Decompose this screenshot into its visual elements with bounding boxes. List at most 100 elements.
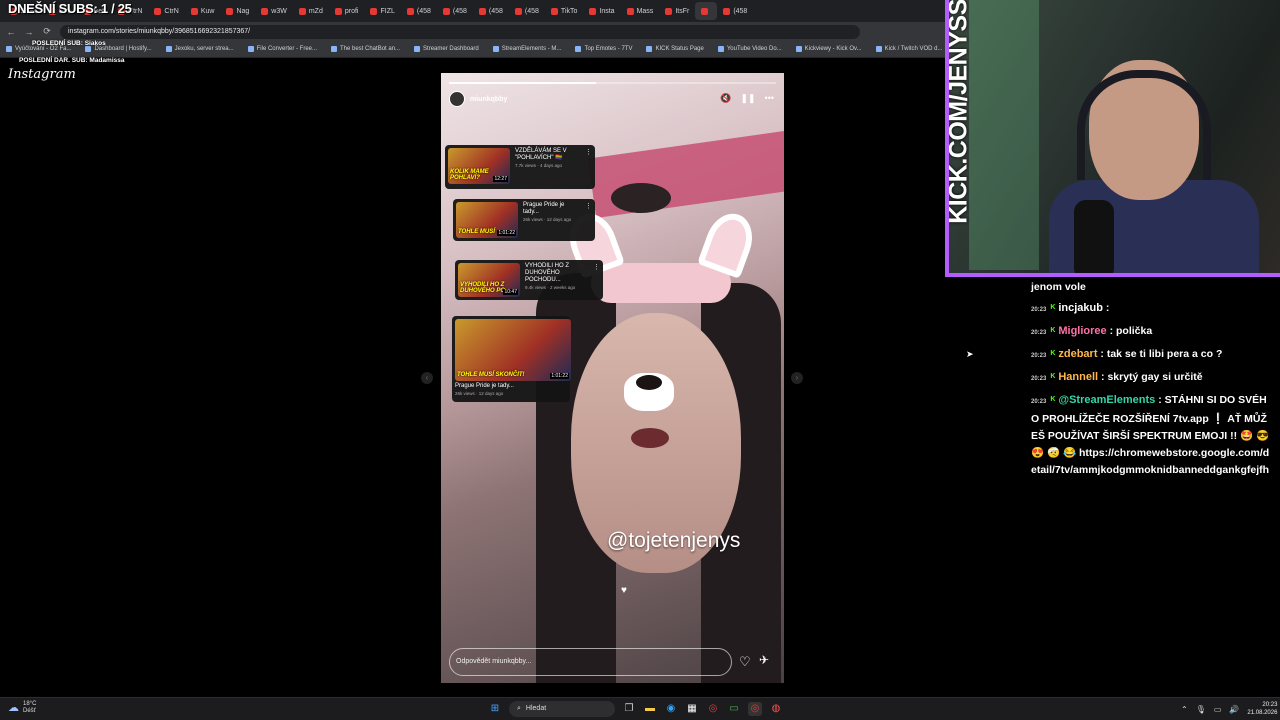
video-card[interactable]: TOHLE MUSÍ 1:01:22 Prague Pride je tady...…: [453, 199, 595, 241]
instagram-logo[interactable]: Instagram: [8, 67, 76, 82]
clock-date: 21.08.2026: [1247, 710, 1278, 716]
bookmark-item[interactable]: Kick / Twitch VOD d...: [875, 46, 943, 52]
browser-tab[interactable]: (458: [473, 2, 509, 20]
chat-timestamp: 20:23: [1031, 330, 1047, 336]
url-field[interactable]: instagram.com/stories/miunkqbby/39685166…: [60, 24, 860, 39]
tab-label: profi: [344, 7, 359, 15]
browser-tab[interactable]: mZd: [293, 2, 329, 20]
mention-sticker[interactable]: @tojetenjenys: [607, 529, 740, 553]
bookmark-item[interactable]: YouTube Video Do...: [717, 46, 782, 52]
browser-tab[interactable]: ItsFr: [659, 2, 695, 20]
more-vert-icon[interactable]: ⋮: [585, 148, 592, 186]
browser-tab[interactable]: w3W: [255, 2, 293, 20]
chat-username[interactable]: zdebart: [1058, 348, 1097, 360]
chat-username[interactable]: Hannell: [1058, 371, 1098, 383]
network-icon[interactable]: ▭: [1214, 705, 1222, 714]
forward-icon[interactable]: →: [24, 27, 34, 37]
back-icon[interactable]: ←: [6, 27, 16, 37]
terminal-icon[interactable]: ▭: [727, 702, 741, 716]
bookmark-item[interactable]: Streamer Dashboard: [414, 46, 479, 52]
chat-message: 20:23 Kincjakub :: [1031, 300, 1271, 319]
chat-timestamp: 20:23: [1031, 307, 1047, 313]
video-meta: 26k views · 12 days ago: [455, 391, 504, 396]
obs-icon[interactable]: ◍: [769, 702, 783, 716]
browser-tab[interactable]: TikTo: [545, 2, 583, 20]
bookmark-item[interactable]: File Converter - Free...: [247, 46, 317, 52]
video-meta: 26k views · 12 days ago: [523, 217, 572, 222]
browser-tab[interactable]: (458: [437, 2, 473, 20]
taskbar-search[interactable]: ⌕ Hledat: [509, 701, 615, 717]
bookmark-icon: [414, 46, 421, 52]
bookmark-item[interactable]: Top Emotes - 7TV: [575, 46, 632, 52]
chat-username[interactable]: incjakub: [1058, 302, 1103, 314]
reply-input[interactable]: Odpovědět miunkqbby...: [449, 648, 732, 676]
bookmark-item[interactable]: Kickviewy - Kick Ov...: [795, 46, 862, 52]
more-vert-icon[interactable]: ⋮: [593, 263, 600, 297]
video-card[interactable]: TOHLE MUSÍ SKONČIT! 1:01:22 Prague Pride j…: [452, 316, 571, 402]
chat-username[interactable]: Migliorее: [1058, 325, 1106, 337]
chrome-active-icon[interactable]: ◎: [748, 702, 762, 716]
search-label: Hledat: [525, 705, 547, 712]
chat-username[interactable]: @StreamElements: [1058, 394, 1155, 406]
dog-nose-filter: [624, 373, 674, 411]
browser-tab[interactable]: profi: [329, 2, 365, 20]
clock-time: 20:23: [1262, 702, 1278, 708]
browser-tab[interactable]: Nag: [220, 2, 255, 20]
chevron-up-icon[interactable]: ⌃: [1181, 705, 1188, 714]
system-tray: ⌃ 🎙 ▭ 🔊 20:23 21.08.2026: [1181, 701, 1277, 717]
mic-icon[interactable]: 🎙: [1196, 705, 1206, 714]
favicon-icon: [261, 7, 269, 15]
bookmark-label: YouTube Video Do...: [726, 46, 782, 52]
tab-label: Kuw: [200, 7, 215, 15]
story-username[interactable]: miunkqbby: [470, 96, 507, 103]
file-explorer-icon[interactable]: ▬: [643, 702, 657, 716]
tab-label: (458: [452, 7, 467, 15]
mute-icon[interactable]: 🔇: [720, 93, 731, 104]
clock[interactable]: 20:23 21.08.2026: [1247, 701, 1277, 717]
chat-text: tak se ti libi pera a co ?: [1106, 348, 1223, 360]
story-viewer[interactable]: miunkqbby 9 h 🔇 ❚❚ ••• KOLIK MAME POHLAV…: [441, 73, 784, 683]
bookmark-label: Kick / Twitch VOD d...: [884, 46, 943, 52]
browser-tab[interactable]: Insta: [583, 2, 620, 20]
next-story-icon[interactable]: ›: [791, 372, 803, 384]
reload-icon[interactable]: ⟳: [42, 26, 52, 37]
browser-tab[interactable]: [695, 2, 718, 20]
browser-tab[interactable]: Mass: [621, 2, 660, 20]
browser-tab[interactable]: (458: [717, 2, 753, 20]
video-title: Prague Pride je tady...: [523, 202, 565, 215]
store-icon[interactable]: ▦: [685, 702, 699, 716]
pause-icon[interactable]: ❚❚: [740, 93, 755, 104]
chrome-icon[interactable]: ◎: [706, 702, 720, 716]
task-view-icon[interactable]: ❐: [622, 702, 636, 716]
weather-widget[interactable]: ☁ 18°C Déšť: [8, 701, 36, 715]
bookmark-item[interactable]: StreamElements - M...: [492, 46, 561, 52]
volume-icon[interactable]: 🔊: [1229, 705, 1239, 714]
bookmark-item[interactable]: The best ChatBot an...: [331, 46, 400, 52]
prev-story-icon[interactable]: ‹: [421, 372, 433, 384]
edge-icon[interactable]: ◉: [664, 702, 678, 716]
browser-tab[interactable]: (458: [401, 2, 437, 20]
bookmark-icon: [795, 46, 802, 52]
tab-label: mZd: [308, 7, 323, 15]
browser-tab[interactable]: FIZL: [364, 2, 400, 20]
browser-tab[interactable]: (458: [509, 2, 545, 20]
heart-icon[interactable]: ♡: [739, 654, 751, 670]
video-card[interactable]: KOLIK MAME POHLAVÍ? 12:27 VZDĚLÁVÁM SE V "…: [445, 145, 595, 189]
more-icon[interactable]: •••: [765, 93, 774, 104]
favicon-icon: [589, 7, 597, 15]
video-card[interactable]: VYHODILI HO Z DUHOVÉHO PO... 10:47 VYHODIL…: [455, 260, 603, 300]
thumbnail-text: TOHLE MUSÍ SKONČIT!: [457, 372, 525, 378]
story-time: 9 h: [512, 95, 523, 103]
kick-badge-icon: K: [1050, 373, 1056, 381]
avatar[interactable]: [449, 91, 465, 107]
windows-start-icon[interactable]: ⊞: [488, 702, 502, 716]
bookmark-item[interactable]: KICK Status Page: [646, 46, 704, 52]
webcam-feed: KICK.COM/JENYSS: [945, 0, 1280, 277]
chat-timestamp: 20:23: [1031, 353, 1047, 359]
browser-tab[interactable]: Kuw: [185, 2, 221, 20]
bookmark-item[interactable]: Jexoku, server strea...: [165, 46, 234, 52]
chat-message-partial: jenom vole: [1031, 281, 1086, 293]
more-vert-icon[interactable]: ⋮: [585, 202, 592, 238]
browser-tab[interactable]: CtrN: [148, 2, 184, 20]
send-icon[interactable]: ✈: [759, 653, 769, 667]
